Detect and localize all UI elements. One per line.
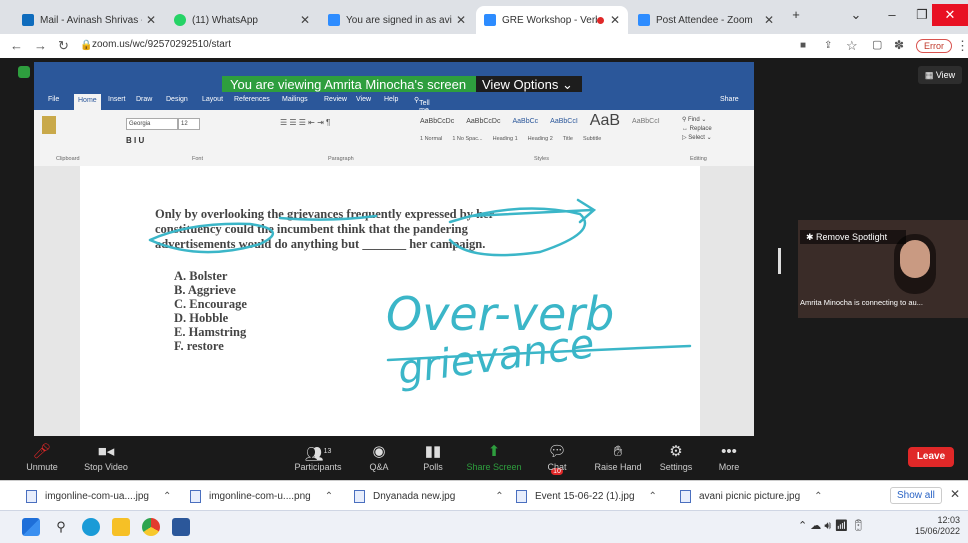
download-name: avani picnic picture.jpg: [699, 491, 801, 502]
more-icon: •••: [721, 443, 737, 460]
file-icon: [516, 490, 527, 503]
edge-icon[interactable]: [82, 518, 100, 536]
share-screen-icon: ⬆: [487, 443, 501, 460]
arrow-stroke: [468, 198, 597, 224]
share-screen-button[interactable]: ⬆ Share Screen: [464, 442, 524, 472]
toolbar-label: Settings: [659, 462, 693, 472]
more-button[interactable]: ••• More: [714, 442, 744, 472]
download-item[interactable]: avani picnic picture.jpg ⌃: [680, 490, 823, 503]
chevron-up-icon[interactable]: ⌃: [163, 491, 171, 502]
clock-time: 12:03: [937, 515, 960, 525]
chevron-up-icon[interactable]: ⌃: [325, 491, 333, 502]
chrome-icon[interactable]: [142, 518, 160, 536]
clock-date: 15/06/2022: [914, 526, 960, 536]
chat-icon: 💬︎10: [547, 443, 567, 475]
qa-button[interactable]: ◉ Q&A: [364, 442, 394, 472]
word-icon[interactable]: [172, 518, 190, 536]
raise-hand-button[interactable]: ✋︎ Raise Hand: [590, 442, 646, 472]
settings-button[interactable]: ⚙ Settings: [656, 442, 696, 472]
download-name: imgonline-com-ua....jpg: [45, 491, 149, 502]
unmute-button[interactable]: 🎤︎ Unmute: [22, 442, 62, 472]
toolbar-label: Polls: [423, 462, 443, 472]
downloads-bar: imgonline-com-ua....jpg ⌃ imgonline-com-u…: [0, 480, 968, 511]
show-all-button[interactable]: Show all: [890, 487, 942, 504]
toolbar-label: Q&A: [369, 462, 389, 472]
file-icon: [680, 490, 691, 503]
remove-spotlight-button[interactable]: ✱ Remove Spotlight: [800, 230, 906, 244]
polls-icon: ▮▮: [424, 443, 442, 460]
toolbar-label: Participants: [294, 462, 342, 472]
chat-button[interactable]: 💬︎10 Chat: [542, 442, 572, 475]
speaker-video[interactable]: ✱ Remove Spotlight Amrita Minocha is con…: [798, 220, 968, 318]
windows-start-icon[interactable]: [22, 518, 40, 536]
participant-face: [900, 240, 930, 278]
mic-muted-icon: 🎤︎: [32, 443, 52, 460]
system-tray-icons[interactable]: ⌃ ☁ 🔊︎ 📶︎ 🔋︎: [798, 519, 865, 533]
participants-icon: 👥︎13: [304, 446, 332, 463]
remove-spotlight-label: Remove Spotlight: [816, 232, 888, 242]
participant-caption: Amrita Minocha is connecting to au...: [800, 298, 923, 307]
windows-taskbar: ⚲ ⌃ ☁ 🔊︎ 📶︎ 🔋︎ 12:03 15/06/2022: [0, 510, 968, 543]
download-name: Dnyanada new.jpg: [373, 491, 456, 502]
file-icon: [354, 490, 365, 503]
settings-icon: ⚙: [669, 443, 683, 460]
qa-icon: ◉: [372, 443, 386, 460]
raise-hand-icon: ✋︎: [613, 443, 623, 460]
stop-video-button[interactable]: ■◂ Stop Video: [78, 442, 134, 472]
leave-button[interactable]: Leave: [908, 447, 954, 467]
toolbar-label: Unmute: [26, 462, 58, 472]
participants-button[interactable]: 👥︎13 Participants: [290, 442, 346, 472]
chevron-up-icon[interactable]: ⌃: [814, 491, 822, 502]
resize-handle[interactable]: [778, 248, 781, 274]
file-explorer-icon[interactable]: [112, 518, 130, 536]
clock[interactable]: 12:03 15/06/2022: [908, 515, 960, 537]
download-item[interactable]: imgonline-com-u....png ⌃: [190, 490, 333, 503]
close-downloads-icon[interactable]: ✕: [950, 487, 960, 501]
toolbar-label: Chat: [547, 462, 567, 472]
download-item[interactable]: imgonline-com-ua....jpg ⌃: [26, 490, 171, 503]
polls-button[interactable]: ▮▮ Polls: [418, 442, 448, 472]
toolbar-label: Share Screen: [466, 462, 522, 472]
toolbar-label: Raise Hand: [594, 462, 642, 472]
download-name: imgonline-com-u....png: [209, 491, 311, 502]
chevron-up-icon[interactable]: ⌃: [649, 491, 657, 502]
download-item[interactable]: Dnyanada new.jpg ⌃: [354, 490, 504, 503]
view-button[interactable]: ▦ View: [918, 66, 962, 84]
underline-stroke: [278, 214, 378, 221]
chevron-up-icon[interactable]: ⌃: [495, 491, 503, 502]
view-label: View: [935, 70, 956, 80]
circle-stroke: [148, 222, 274, 254]
toolbar-label: More: [718, 462, 740, 472]
video-icon: ■◂: [97, 443, 115, 460]
participants-count: 13: [323, 448, 332, 455]
file-icon: [190, 490, 201, 503]
download-item[interactable]: Event 15-06-22 (1).jpg ⌃: [516, 490, 657, 503]
file-icon: [26, 490, 37, 503]
toolbar-label: Stop Video: [84, 462, 128, 472]
zoom-toolbar: 🎤︎ Unmute ■◂ Stop Video 👥︎13 Participants ◉…: [0, 438, 968, 480]
download-name: Event 15-06-22 (1).jpg: [535, 491, 635, 502]
search-icon[interactable]: ⚲: [52, 518, 70, 536]
